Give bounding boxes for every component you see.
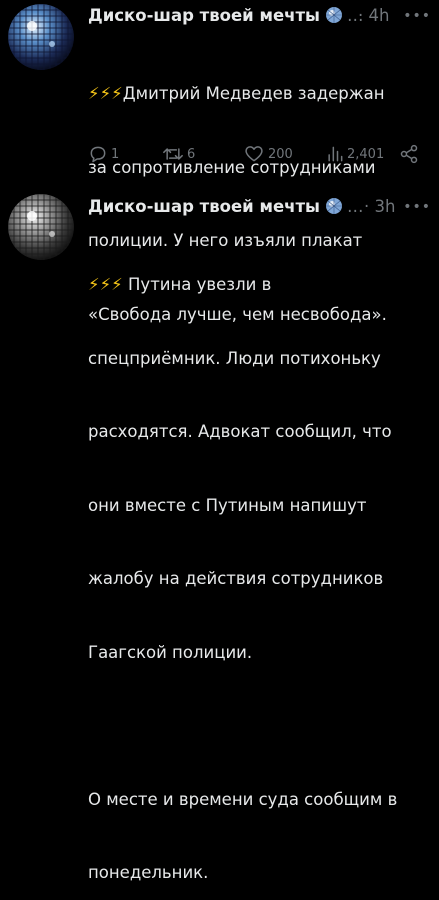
tweet-header: Диско-шар твоей мечты… · 4h ••• xyxy=(88,4,433,28)
retweet-button[interactable]: 6 xyxy=(162,143,195,165)
text-line: они вместе с Путиным напишут xyxy=(88,495,367,515)
lightning-bolts: ⚡⚡⚡ xyxy=(88,275,123,294)
timestamp[interactable]: · 3h xyxy=(364,195,395,219)
disco-ball-badge-icon xyxy=(325,7,342,23)
views-button[interactable]: 2,401 xyxy=(326,143,384,165)
text-line: Гаагской полиции. xyxy=(88,642,253,662)
author-name[interactable]: Диско-шар твоей мечты xyxy=(88,197,320,216)
speech-bubble-icon xyxy=(90,146,106,163)
like-button[interactable]: 200 xyxy=(243,143,293,165)
text-line: О месте и времени суда сообщим в xyxy=(88,789,398,809)
disco-ball-badge-icon xyxy=(325,198,342,214)
text-line: Путина увезли в xyxy=(128,275,272,294)
name-ellipsis: … xyxy=(346,197,364,216)
bar-chart-icon xyxy=(328,146,343,162)
text-line: Дмитрий Медведев задержан xyxy=(122,84,385,103)
share-button[interactable] xyxy=(398,143,420,165)
lightning-bolts: ⚡⚡⚡ xyxy=(88,84,123,103)
reply-count: 1 xyxy=(111,146,120,162)
heart-icon xyxy=(245,146,263,162)
disco-ball-avatar-icon xyxy=(8,194,74,260)
avatar[interactable] xyxy=(8,4,74,70)
tweet-header: Диско-шар твоей мечты … · 3h ••• xyxy=(88,195,433,219)
avatar[interactable] xyxy=(8,194,74,260)
reply-button[interactable]: 1 xyxy=(88,143,119,165)
text-line: расходятся. Адвокат сообщил, что xyxy=(88,422,392,441)
text-line: спецприёмник. Люди потихоньку xyxy=(88,348,381,368)
tweet-actions: 1 6 200 2,401 xyxy=(88,143,435,165)
more-dots-icon[interactable]: ••• xyxy=(403,4,431,28)
text-line: жалобу на действия сотрудников xyxy=(88,569,384,588)
retweet-icon xyxy=(163,148,183,160)
disco-ball-avatar-icon xyxy=(8,4,74,70)
author-name[interactable]: Диско-шар твоей мечты xyxy=(88,6,320,25)
tweet-text: ⚡⚡⚡ Путина увезли в спецприёмник. Люди п… xyxy=(88,224,433,900)
more-dots-icon[interactable]: ••• xyxy=(403,195,431,219)
text-line: понедельник. xyxy=(88,863,209,882)
share-icon xyxy=(400,144,418,164)
like-count: 200 xyxy=(268,146,293,162)
retweet-count: 6 xyxy=(187,146,196,162)
views-count: 2,401 xyxy=(347,146,385,162)
timestamp[interactable]: · 4h xyxy=(358,4,389,28)
